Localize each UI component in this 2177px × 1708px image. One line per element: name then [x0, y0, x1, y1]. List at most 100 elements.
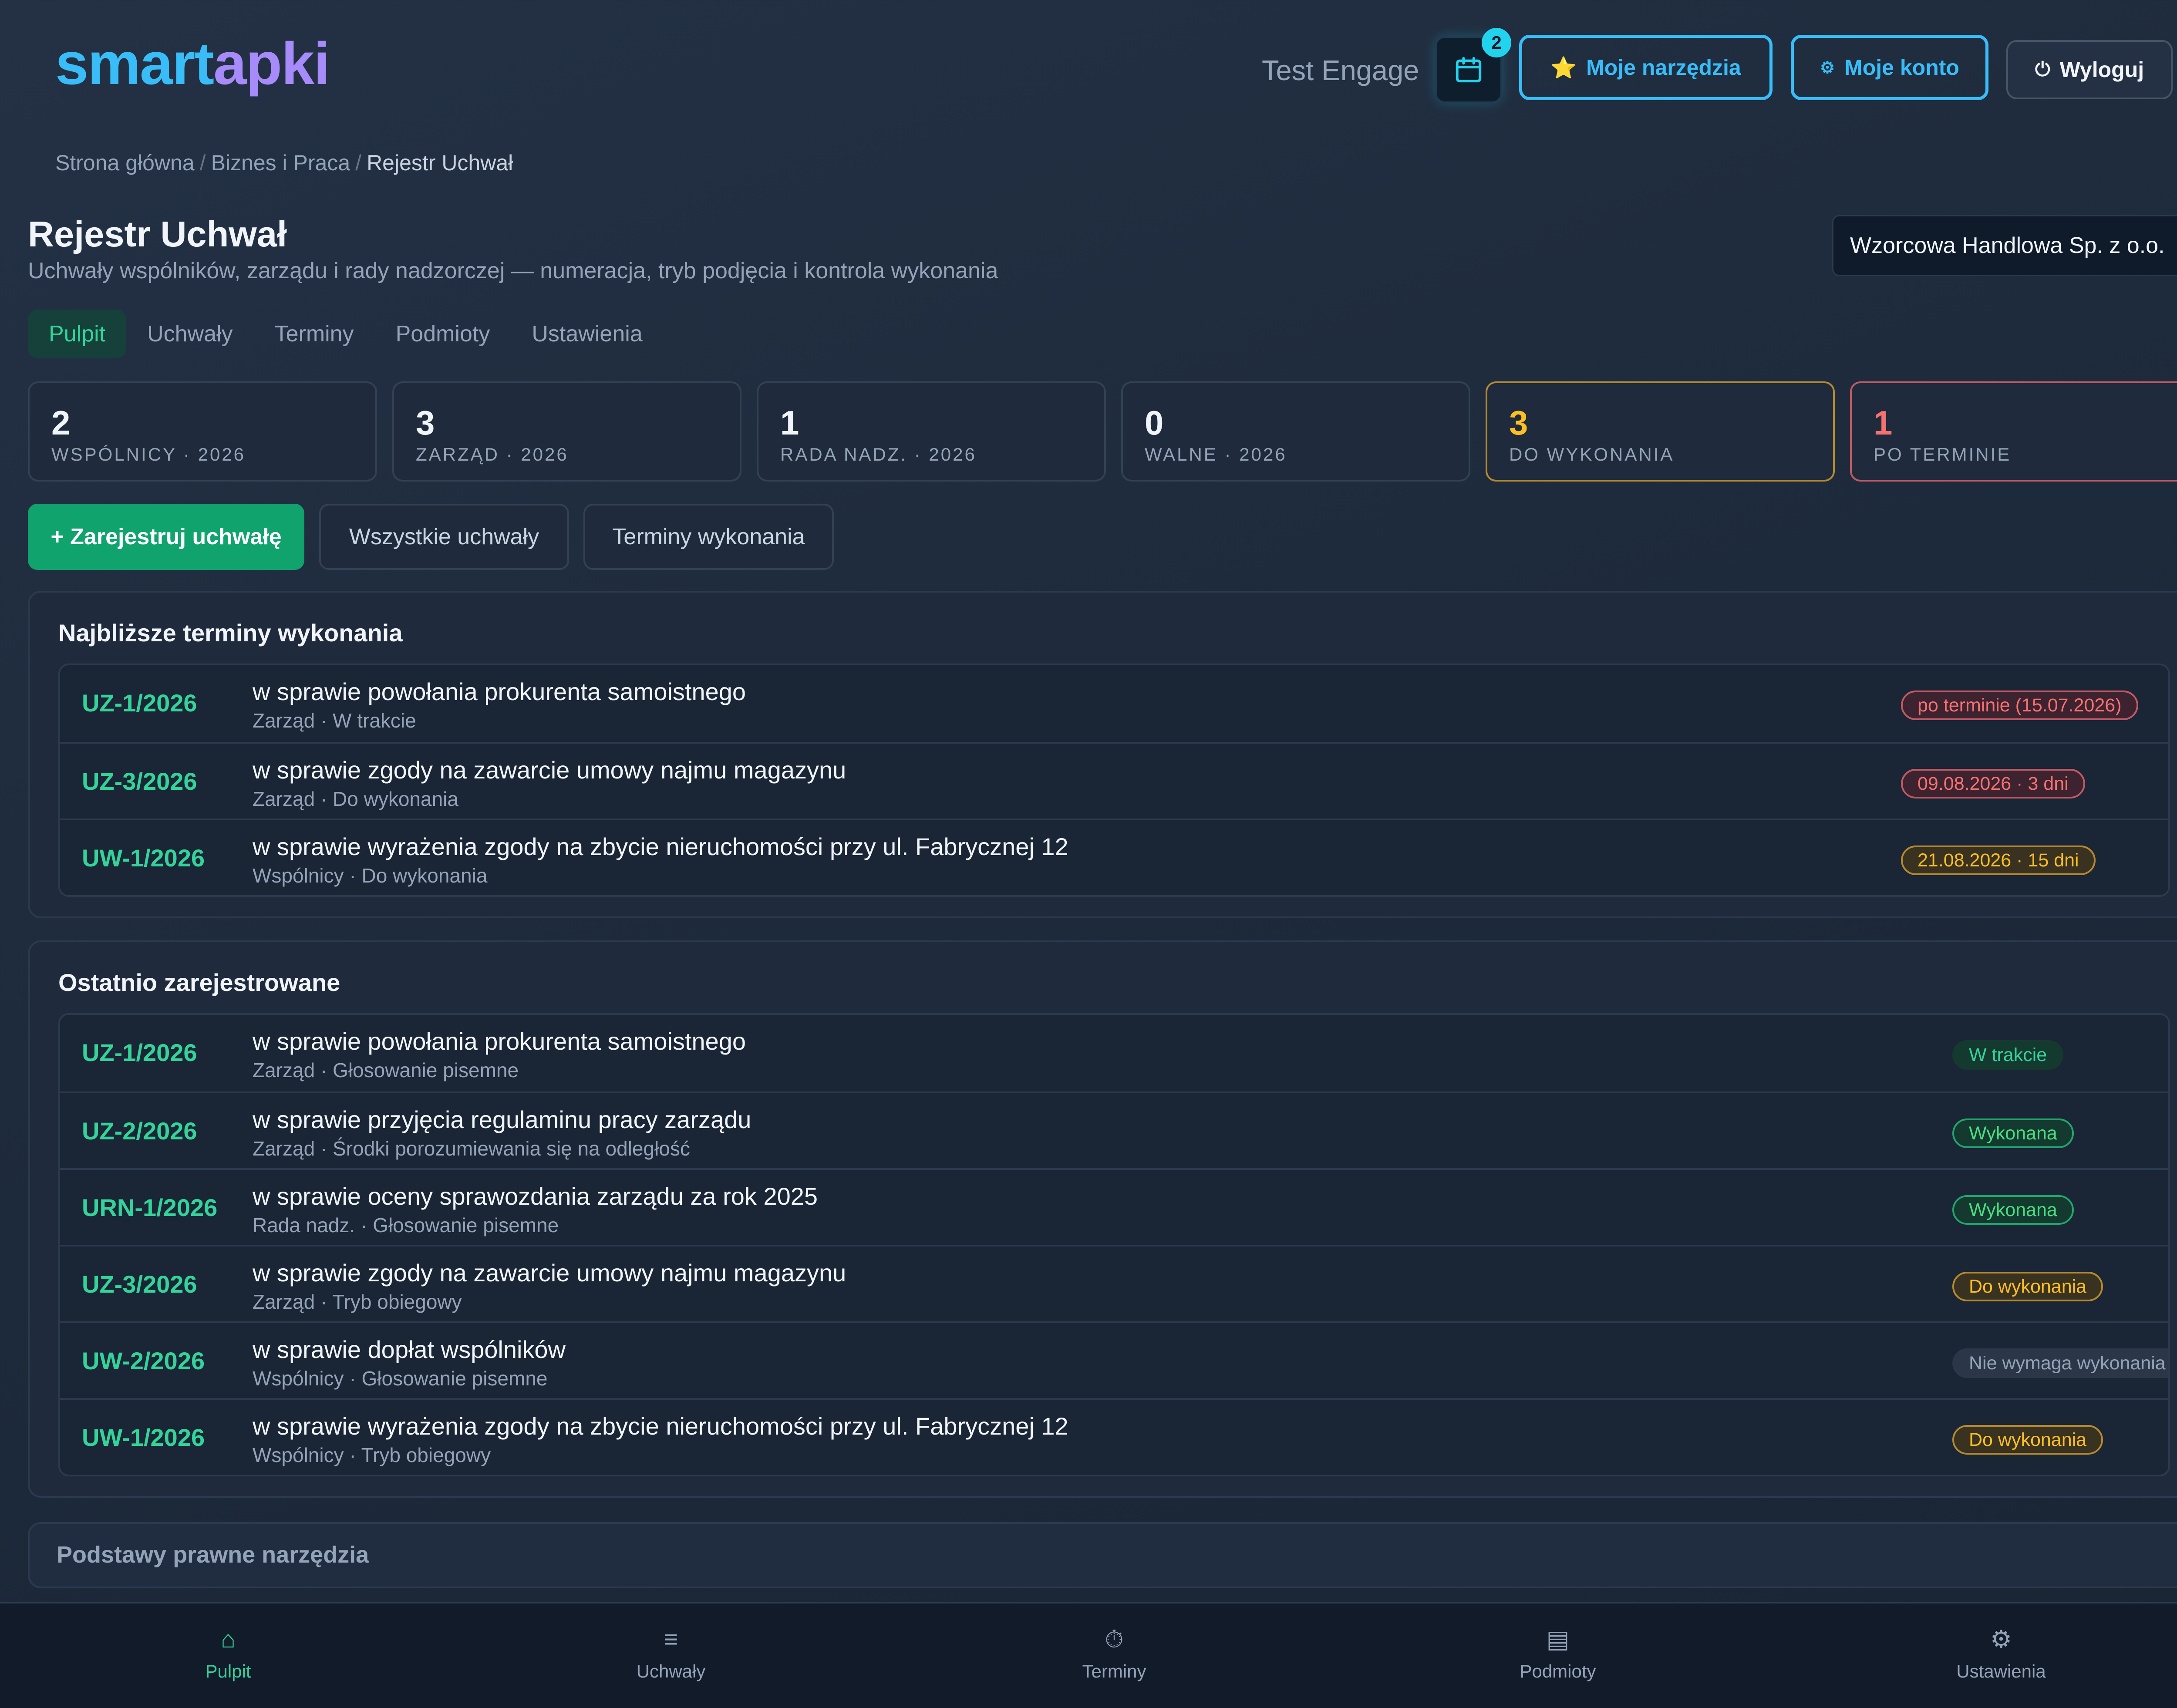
resolution-meta: Zarząd · Do wykonania — [253, 788, 458, 810]
stat-value: 3 — [416, 404, 435, 442]
upcoming-list: UZ-1/2026 w sprawie powołania prokurenta… — [58, 664, 2170, 897]
user-name: Test Engage — [1262, 54, 1419, 86]
bottom-nav: ⌂ Pulpit ≡ Uchwały ⏱ Terminy ▤ Podmioty ⚙ Ust… — [0, 1602, 2177, 1708]
list-item[interactable]: UZ-3/2026 w sprawie zgody na zawarcie um… — [60, 1245, 2168, 1321]
deadline-badge: 09.08.2026 · 3 dni — [1901, 769, 2085, 798]
status-badge: Do wykonania — [1952, 1425, 2103, 1455]
stat-label: DO WYKONANIA — [1509, 444, 1675, 465]
stat-card-walne[interactable]: 0 WALNE · 2026 — [1121, 381, 1470, 482]
breadcrumb-separator: / — [199, 151, 206, 175]
register-resolution-button[interactable]: + Zarejestruj uchwałę — [28, 504, 304, 570]
resolution-title: w sprawie wyrażenia zgody na zbycie nier… — [253, 1412, 1068, 1440]
panel-title: Najbliższe terminy wykonania — [58, 619, 403, 647]
notification-badge: 2 — [1482, 28, 1511, 57]
home-icon: ⌂ — [221, 1625, 236, 1653]
bottom-nav-uchwaly[interactable]: ≡ Uchwały — [584, 1627, 758, 1682]
stat-card-rada[interactable]: 1 RADA NADZ. · 2026 — [757, 381, 1106, 482]
tab-ustawienia[interactable]: Ustawienia — [511, 310, 663, 358]
resolution-title: w sprawie przyjęcia regulaminu pracy zar… — [253, 1106, 752, 1133]
nav-label: Ustawienia — [1956, 1661, 2046, 1681]
stat-value: 0 — [1145, 404, 1164, 442]
list-item[interactable]: UW-1/2026 w sprawie wyrażenia zgody na z… — [60, 1398, 2168, 1475]
resolution-number: UZ-1/2026 — [82, 689, 197, 717]
deadline-badge: po terminie (15.07.2026) — [1901, 691, 2138, 720]
breadcrumb-category[interactable]: Biznes i Praca — [211, 150, 350, 175]
gear-icon: ⚙ — [1990, 1625, 2012, 1653]
breadcrumb-current: Rejestr Uchwał — [367, 151, 513, 175]
list-item[interactable]: UZ-1/2026 w sprawie powołania prokurenta… — [60, 1015, 2168, 1092]
my-tools-label: Moje narzędzia — [1586, 55, 1741, 80]
tab-bar: Pulpit Uchwały Terminy Podmioty Ustawien… — [28, 310, 664, 358]
list-icon: ≡ — [664, 1625, 678, 1653]
resolution-meta: Wspólnicy · Tryb obiegowy — [253, 1444, 491, 1466]
bottom-nav-terminy[interactable]: ⏱ Terminy — [1027, 1627, 1201, 1682]
stat-card-do-wykonania[interactable]: 3 DO WYKONANIA — [1486, 381, 1835, 482]
deadlines-button[interactable]: Terminy wykonania — [583, 504, 834, 570]
status-badge: W trakcie — [1952, 1040, 2064, 1070]
resolution-meta: Wspólnicy · Do wykonania — [253, 864, 488, 887]
resolution-title: w sprawie dopłat wspólników — [253, 1336, 566, 1363]
page-title: Rejestr Uchwał — [28, 214, 287, 254]
building-icon: ▤ — [1546, 1625, 1570, 1653]
resolution-meta: Zarząd · Tryb obiegowy — [253, 1290, 462, 1313]
power-icon: ⏻ — [2035, 59, 2050, 80]
resolution-title: w sprawie zgody na zawarcie umowy najmu … — [253, 1259, 846, 1287]
stat-card-po-terminie[interactable]: 1 PO TERMINIE — [1850, 381, 2177, 482]
tab-podmioty[interactable]: Podmioty — [375, 310, 511, 358]
stat-value: 1 — [780, 404, 799, 442]
upcoming-deadlines-panel: Najbliższe terminy wykonania UZ-1/2026 w… — [28, 591, 2177, 918]
stat-card-wspolnicy[interactable]: 2 WSPÓLNICY · 2026 — [28, 381, 377, 482]
all-resolutions-button[interactable]: Wszystkie uchwały — [319, 504, 569, 570]
list-item[interactable]: URN-1/2026 w sprawie oceny sprawozdania … — [60, 1168, 2168, 1245]
stat-value: 1 — [1874, 404, 1893, 442]
status-badge: Nie wymaga wykonania — [1952, 1348, 2168, 1378]
tab-uchwaly[interactable]: Uchwały — [126, 310, 254, 358]
breadcrumb: Strona główna / Biznes i Praca / Rejestr… — [55, 150, 513, 175]
star-icon: ⭐ — [1550, 56, 1577, 80]
stat-card-zarzad[interactable]: 3 ZARZĄD · 2026 — [392, 381, 741, 482]
legal-basis-label: Podstawy prawne narzędzia — [57, 1542, 369, 1568]
stat-label: WALNE · 2026 — [1145, 444, 1287, 465]
stat-value: 3 — [1509, 404, 1528, 442]
list-item[interactable]: UW-2/2026 w sprawie dopłat wspólników Ws… — [60, 1321, 2168, 1398]
logout-button[interactable]: ⏻ Wyloguj — [2006, 40, 2173, 99]
stat-label: RADA NADZ. · 2026 — [780, 444, 977, 465]
panel-title: Ostatnio zarejestrowane — [58, 969, 340, 996]
page-subtitle: Uchwały wspólników, zarządu i rady nadzo… — [28, 258, 998, 283]
list-item[interactable]: UW-1/2026 w sprawie wyrażenia zgody na z… — [60, 819, 2168, 895]
my-tools-button[interactable]: ⭐ Moje narzędzia — [1519, 35, 1773, 100]
resolution-number: UZ-3/2026 — [82, 1270, 197, 1298]
resolution-title: w sprawie powołania prokurenta samoistne… — [253, 678, 746, 705]
stopwatch-icon: ⏱ — [1105, 1625, 1124, 1653]
breadcrumb-home[interactable]: Strona główna — [55, 150, 195, 175]
my-account-label: Moje konto — [1844, 55, 1959, 80]
my-account-button[interactable]: ⚙ Moje konto — [1791, 35, 1988, 100]
bottom-nav-pulpit[interactable]: ⌂ Pulpit — [141, 1627, 315, 1682]
resolution-title: w sprawie powołania prokurenta samoistne… — [253, 1027, 746, 1055]
bottom-nav-podmioty[interactable]: ▤ Podmioty — [1471, 1627, 1645, 1682]
bottom-nav-ustawienia[interactable]: ⚙ Ustawienia — [1914, 1627, 2088, 1682]
legal-basis-section[interactable]: Podstawy prawne narzędzia — [28, 1522, 2177, 1588]
logout-label: Wyloguj — [2059, 57, 2144, 82]
status-badge: Do wykonania — [1952, 1272, 2103, 1301]
resolution-meta: Rada nadz. · Głosowanie pisemne — [253, 1214, 559, 1236]
recent-list: UZ-1/2026 w sprawie powołania prokurenta… — [58, 1013, 2170, 1476]
resolution-number: UZ-3/2026 — [82, 768, 197, 795]
list-item[interactable]: UZ-2/2026 w sprawie przyjęcia regulaminu… — [60, 1092, 2168, 1168]
tab-pulpit[interactable]: Pulpit — [28, 310, 127, 358]
nav-label: Pulpit — [205, 1661, 251, 1681]
app-logo[interactable]: smartapki — [55, 34, 330, 94]
resolution-meta: Zarząd · Środki porozumiewania się na od… — [253, 1137, 690, 1160]
tab-terminy[interactable]: Terminy — [254, 310, 375, 358]
list-item[interactable]: UZ-3/2026 w sprawie zgody na zawarcie um… — [60, 742, 2168, 819]
deadline-badge: 21.08.2026 · 15 dni — [1901, 846, 2096, 875]
logo-part-smart: smart — [55, 30, 214, 97]
list-item[interactable]: UZ-1/2026 w sprawie powołania prokurenta… — [60, 665, 2168, 742]
resolution-title: w sprawie wyrażenia zgody na zbycie nier… — [253, 833, 1068, 860]
resolution-number: UW-1/2026 — [82, 1424, 205, 1451]
stat-value: 2 — [51, 404, 71, 442]
stat-label: PO TERMINIE — [1874, 444, 2012, 465]
resolution-title: w sprawie zgody na zawarcie umowy najmu … — [253, 756, 846, 784]
company-selector[interactable]: Wzorcowa Handlowa Sp. z o.o. — [1832, 215, 2177, 276]
stat-label: WSPÓLNICY · 2026 — [51, 444, 246, 465]
